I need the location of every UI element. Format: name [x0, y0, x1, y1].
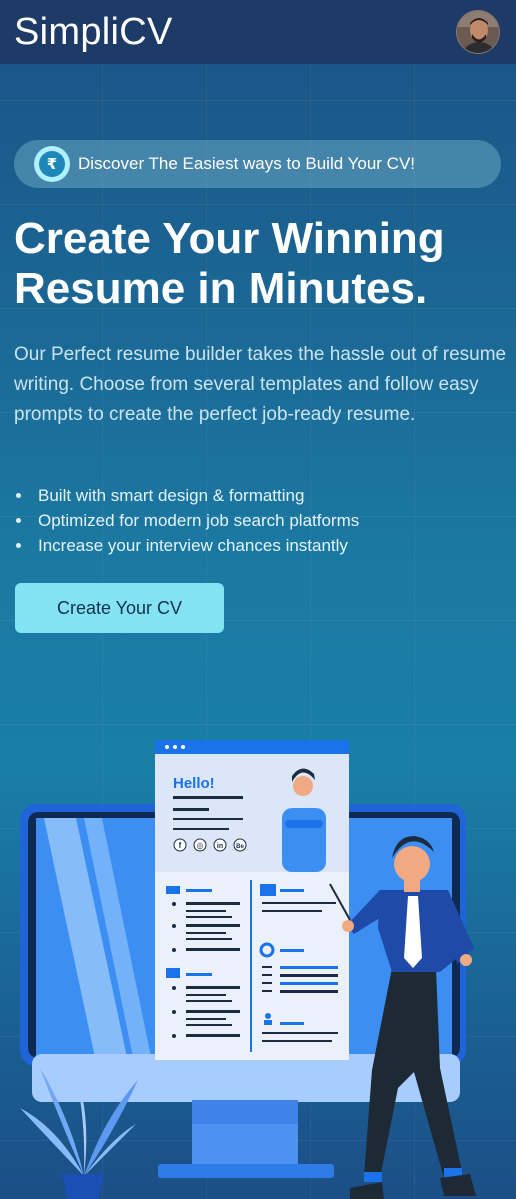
feature-item: Optimized for modern job search platform… — [14, 508, 494, 533]
user-avatar[interactable] — [456, 10, 500, 54]
create-cv-button[interactable]: Create Your CV — [15, 583, 224, 633]
behance-icon: Be — [236, 844, 244, 850]
resume-builder-illustration: Hello! f ◎ in Be — [20, 740, 476, 1199]
brand-logo[interactable]: SimpliCV — [14, 11, 173, 54]
headline-line-2: Resume in Minutes. — [14, 264, 428, 313]
resume-greeting: Hello! — [173, 775, 215, 792]
feature-list: Built with smart design & formatting Opt… — [14, 483, 494, 558]
headline-line-1: Create Your Winning — [14, 214, 445, 263]
hero-headline: Create Your Winning Resume in Minutes. — [14, 214, 504, 314]
instagram-icon: ◎ — [197, 841, 204, 850]
feature-item: Built with smart design & formatting — [14, 483, 494, 508]
hero-description: Our Perfect resume builder takes the has… — [14, 344, 507, 425]
rupee-icon: ₹ — [34, 146, 70, 182]
facebook-icon: f — [179, 841, 182, 850]
announcement-text: Discover The Easiest ways to Build Your … — [78, 154, 416, 173]
top-navbar: SimpliCV — [0, 0, 516, 64]
hero-section: ₹ Discover The Easiest ways to Build You… — [0, 64, 516, 1199]
rupee-symbol: ₹ — [39, 151, 65, 177]
resume-document-illustration: Hello! f ◎ in Be — [155, 740, 349, 1060]
linkedin-icon: in — [217, 843, 223, 850]
announcement-pill: ₹ Discover The Easiest ways to Build You… — [14, 140, 501, 188]
avatar-photo — [457, 11, 499, 53]
feature-item: Increase your interview chances instantl… — [14, 533, 494, 558]
